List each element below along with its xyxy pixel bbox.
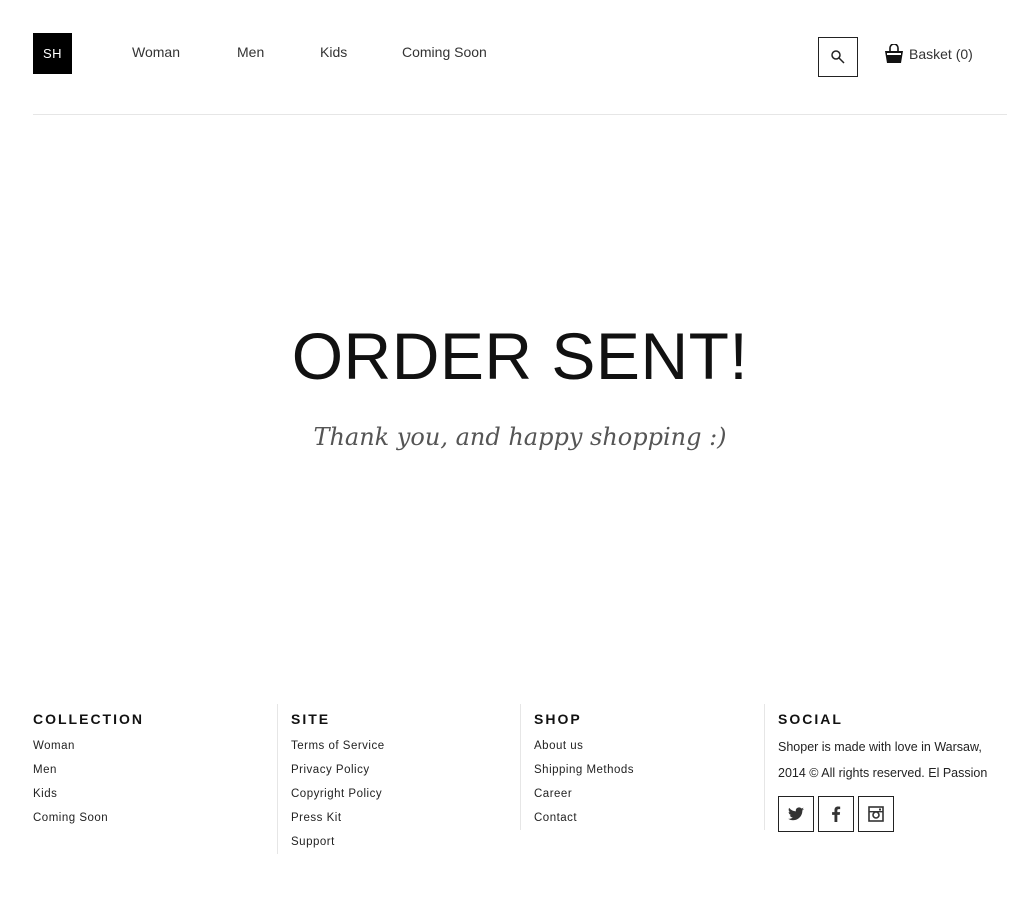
footer-shop-title: SHOP — [534, 711, 582, 727]
social-text-line1: Shoper is made with love in Warsaw, — [778, 740, 982, 754]
shopping-bag-icon — [883, 44, 905, 64]
footer-link-about[interactable]: About us — [534, 734, 764, 758]
footer-shop: SHOP About us Shipping Methods Career Co… — [520, 704, 764, 830]
footer-link-kids[interactable]: Kids — [33, 782, 277, 806]
footer-link-support[interactable]: Support — [291, 830, 520, 854]
site-footer: COLLECTION Woman Men Kids Coming Soon SI… — [33, 704, 1023, 864]
basket-link[interactable]: Basket (0) — [883, 44, 973, 64]
nav-woman[interactable]: Woman — [132, 44, 237, 60]
instagram-button[interactable] — [858, 796, 894, 832]
footer-collection: COLLECTION Woman Men Kids Coming Soon — [33, 704, 277, 854]
twitter-button[interactable] — [778, 796, 814, 832]
nav-men[interactable]: Men — [237, 44, 320, 60]
footer-link-woman[interactable]: Woman — [33, 734, 277, 758]
nav-coming-soon[interactable]: Coming Soon — [402, 44, 487, 60]
basket-label: Basket (0) — [909, 46, 973, 62]
social-text-line2: 2014 © All rights reserved. El Passion — [778, 766, 988, 780]
footer-link-shipping[interactable]: Shipping Methods — [534, 758, 764, 782]
footer-link-privacy[interactable]: Privacy Policy — [291, 758, 520, 782]
footer-site: SITE Terms of Service Privacy Policy Cop… — [277, 704, 520, 854]
instagram-icon — [868, 806, 884, 822]
page-title: ORDER SENT! — [291, 319, 749, 393]
twitter-icon — [788, 807, 804, 821]
footer-link-career[interactable]: Career — [534, 782, 764, 806]
footer-link-press-kit[interactable]: Press Kit — [291, 806, 520, 830]
footer-link-terms[interactable]: Terms of Service — [291, 734, 520, 758]
thank-you-message: Thank you, and happy shopping :) — [313, 423, 727, 451]
search-button[interactable] — [818, 37, 858, 77]
footer-link-contact[interactable]: Contact — [534, 806, 764, 830]
logo[interactable]: SH — [33, 33, 72, 74]
footer-link-copyright[interactable]: Copyright Policy — [291, 782, 520, 806]
footer-site-title: SITE — [291, 711, 331, 727]
footer-link-coming-soon[interactable]: Coming Soon — [33, 806, 277, 830]
footer-social: SOCIAL Shoper is made with love in Warsa… — [764, 704, 1024, 832]
facebook-button[interactable] — [818, 796, 854, 832]
footer-social-title: SOCIAL — [778, 711, 843, 727]
nav-kids[interactable]: Kids — [320, 44, 402, 60]
site-header: SH Woman Men Kids Coming Soon Basket (0) — [33, 0, 1007, 115]
search-icon — [831, 50, 845, 64]
footer-collection-title: COLLECTION — [33, 711, 144, 727]
main-nav: Woman Men Kids Coming Soon — [132, 44, 487, 60]
facebook-icon — [832, 806, 841, 822]
footer-link-men[interactable]: Men — [33, 758, 277, 782]
social-icons — [778, 796, 1024, 832]
